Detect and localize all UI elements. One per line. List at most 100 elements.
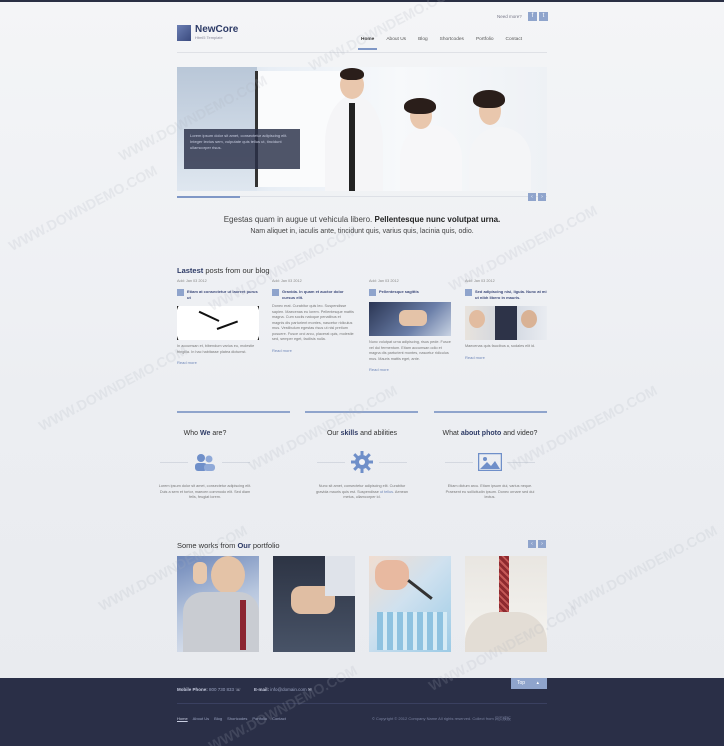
footer-link-contact[interactable]: Contact	[272, 716, 286, 721]
nav-blog[interactable]: Blog	[412, 36, 434, 48]
nav-divider	[177, 52, 547, 53]
blog-post: Add: Jan 03 2012 Sed adipiscing nisi, li…	[465, 279, 547, 360]
copyright-text: © Copyright © 2012 Company Name All righ…	[372, 716, 511, 721]
post-image-clock[interactable]	[177, 306, 259, 340]
post-title[interactable]: Etiam at consectetur ut laoreet purus ut	[187, 289, 259, 300]
service-title: What about photo and video?	[435, 430, 545, 442]
portfolio-chart-image	[377, 612, 447, 650]
blog-post: Add: Jan 03 2012 Etiam at consectetur ut…	[177, 279, 259, 365]
nav-about-us[interactable]: About Us	[380, 36, 412, 48]
top-border	[0, 0, 724, 2]
slide-hair-man	[340, 68, 364, 80]
blog-post: Add: Jan 03 2012 Gravida. In quam et auc…	[272, 279, 354, 353]
portfolio-item[interactable]	[465, 556, 547, 652]
service-block: What about photo and video? Etiam dictum…	[435, 430, 545, 501]
post-date: Add: Jan 03 2012	[369, 279, 399, 283]
portfolio-section-title: Some works from Our portfolio	[177, 541, 280, 550]
post-format-icon	[177, 289, 184, 296]
footer-link-shortcodes[interactable]: Shortcodes	[227, 716, 247, 721]
portfolio-next-button[interactable]: ›	[538, 540, 546, 548]
blog-title-rest: posts from our blog	[205, 266, 270, 275]
portfolio-item[interactable]	[369, 556, 451, 652]
service-title-part: What	[442, 430, 459, 437]
back-to-top-label: Top	[517, 680, 526, 686]
facebook-button[interactable]: f	[528, 12, 537, 21]
gear-icon	[350, 450, 374, 474]
post-date: Add: Jan 03 2012	[177, 279, 207, 283]
back-to-top-button[interactable]: Top ▴	[511, 678, 547, 689]
footer-divider	[177, 703, 547, 704]
email-value[interactable]: info@domain.com	[270, 687, 306, 692]
slide-hair-woman-2	[473, 90, 505, 108]
portfolio-title-tail: portfolio	[252, 541, 280, 550]
phone-value: 800 730 833	[209, 687, 235, 692]
blog-section-title: Lastest posts from our blog	[177, 266, 270, 275]
footer-link-about-us[interactable]: About Us	[193, 716, 209, 721]
section-divider	[305, 411, 418, 413]
post-date: Add: Jan 03 2012	[465, 279, 495, 283]
portfolio-prev-button[interactable]: ‹	[528, 540, 536, 548]
logo-title: NewCore	[195, 24, 239, 35]
portfolio-face-image	[211, 556, 245, 594]
post-title[interactable]: Pellentesque sagittis	[379, 289, 419, 296]
post-title[interactable]: Gravida. In quam et auctor dolor cursus …	[282, 289, 354, 300]
portfolio-item[interactable]	[177, 556, 259, 652]
footer-link-portfolio[interactable]: Portfolio	[252, 716, 267, 721]
service-block: Our skills and abilities Nunc sit amet, …	[307, 430, 417, 501]
blog-title-bold: Lastest	[177, 266, 204, 275]
slider-next-button[interactable]: ›	[538, 193, 546, 201]
suit-image	[495, 306, 517, 340]
read-more-link[interactable]: Read more	[272, 348, 354, 353]
service-text: Lorem ipsum dolor sit amet, consectetur …	[158, 484, 252, 499]
service-title-bold: skills	[340, 430, 359, 437]
service-title: Our skills and abilities	[307, 430, 417, 442]
read-more-link[interactable]: Read more	[369, 367, 451, 372]
read-more-link[interactable]: Read more	[465, 355, 547, 360]
read-more-link[interactable]: Read more	[177, 360, 259, 365]
phone-label: Mobile Phone:	[177, 687, 208, 692]
post-date: Add: Jan 03 2012	[272, 279, 302, 283]
service-block: Who We are? Lorem ipsum dolor sit amet, …	[150, 430, 260, 501]
post-format-icon	[369, 289, 376, 296]
mail-icon: ✉	[307, 687, 312, 692]
site-footer	[0, 678, 724, 746]
post-format-icon	[465, 289, 472, 296]
portfolio-tie-image	[240, 600, 246, 650]
users-icon	[193, 450, 217, 474]
service-text: Etiam dictum arcu. Etiam ipsum dui, vari…	[445, 484, 535, 499]
post-image-people[interactable]	[465, 306, 547, 340]
service-rule	[160, 462, 188, 463]
nav-contact[interactable]: Contact	[500, 36, 529, 48]
service-rule	[317, 462, 345, 463]
intro-plain: Egestas quam in augue ut vehicula libero…	[223, 215, 373, 224]
twitter-button[interactable]: t	[539, 12, 548, 21]
slider-progress	[177, 196, 240, 198]
slider-prev-button[interactable]: ‹	[528, 193, 536, 201]
section-divider	[177, 411, 290, 413]
nav-home[interactable]: Home	[355, 36, 380, 50]
post-title[interactable]: Sed adipiscing nisi, ligula. Nunc at mi …	[475, 289, 547, 300]
face-image	[521, 310, 537, 328]
post-excerpt: In accumsan et, bibendum varius eu, mole…	[177, 344, 255, 354]
need-more-label: Need more?	[497, 14, 522, 19]
service-inline-link[interactable]: ut tellus	[380, 490, 393, 494]
main-nav: Home About Us Blog Shortcodes Portfolio …	[355, 36, 529, 50]
picture-icon	[478, 450, 502, 474]
site-logo[interactable]: NewCore Html5 Template	[177, 24, 238, 41]
arrow-up-icon: ▴	[536, 680, 539, 686]
service-rule	[222, 462, 250, 463]
nav-portfolio[interactable]: Portfolio	[470, 36, 500, 48]
nav-shortcodes[interactable]: Shortcodes	[434, 36, 470, 48]
slide-person-woman-1	[400, 125, 462, 191]
logo-subtitle: Html5 Template	[195, 35, 223, 40]
footer-phone: Mobile Phone: 800 730 833 ☏	[177, 687, 241, 693]
post-image-meeting[interactable]	[369, 302, 451, 336]
service-rule	[379, 462, 407, 463]
blog-post: Add: Jan 03 2012 Pellentesque sagittis N…	[369, 279, 451, 372]
portfolio-shirt-image	[325, 556, 355, 596]
post-excerpt: Maecenas quis faucibus a, sodales elit i…	[465, 344, 536, 348]
portfolio-item[interactable]	[273, 556, 355, 652]
footer-link-blog[interactable]: Blog	[214, 716, 222, 721]
footer-link-home[interactable]: Home	[177, 716, 188, 721]
post-excerpt: Nunc volutpat urna adipiscing, risus ped…	[369, 340, 451, 361]
